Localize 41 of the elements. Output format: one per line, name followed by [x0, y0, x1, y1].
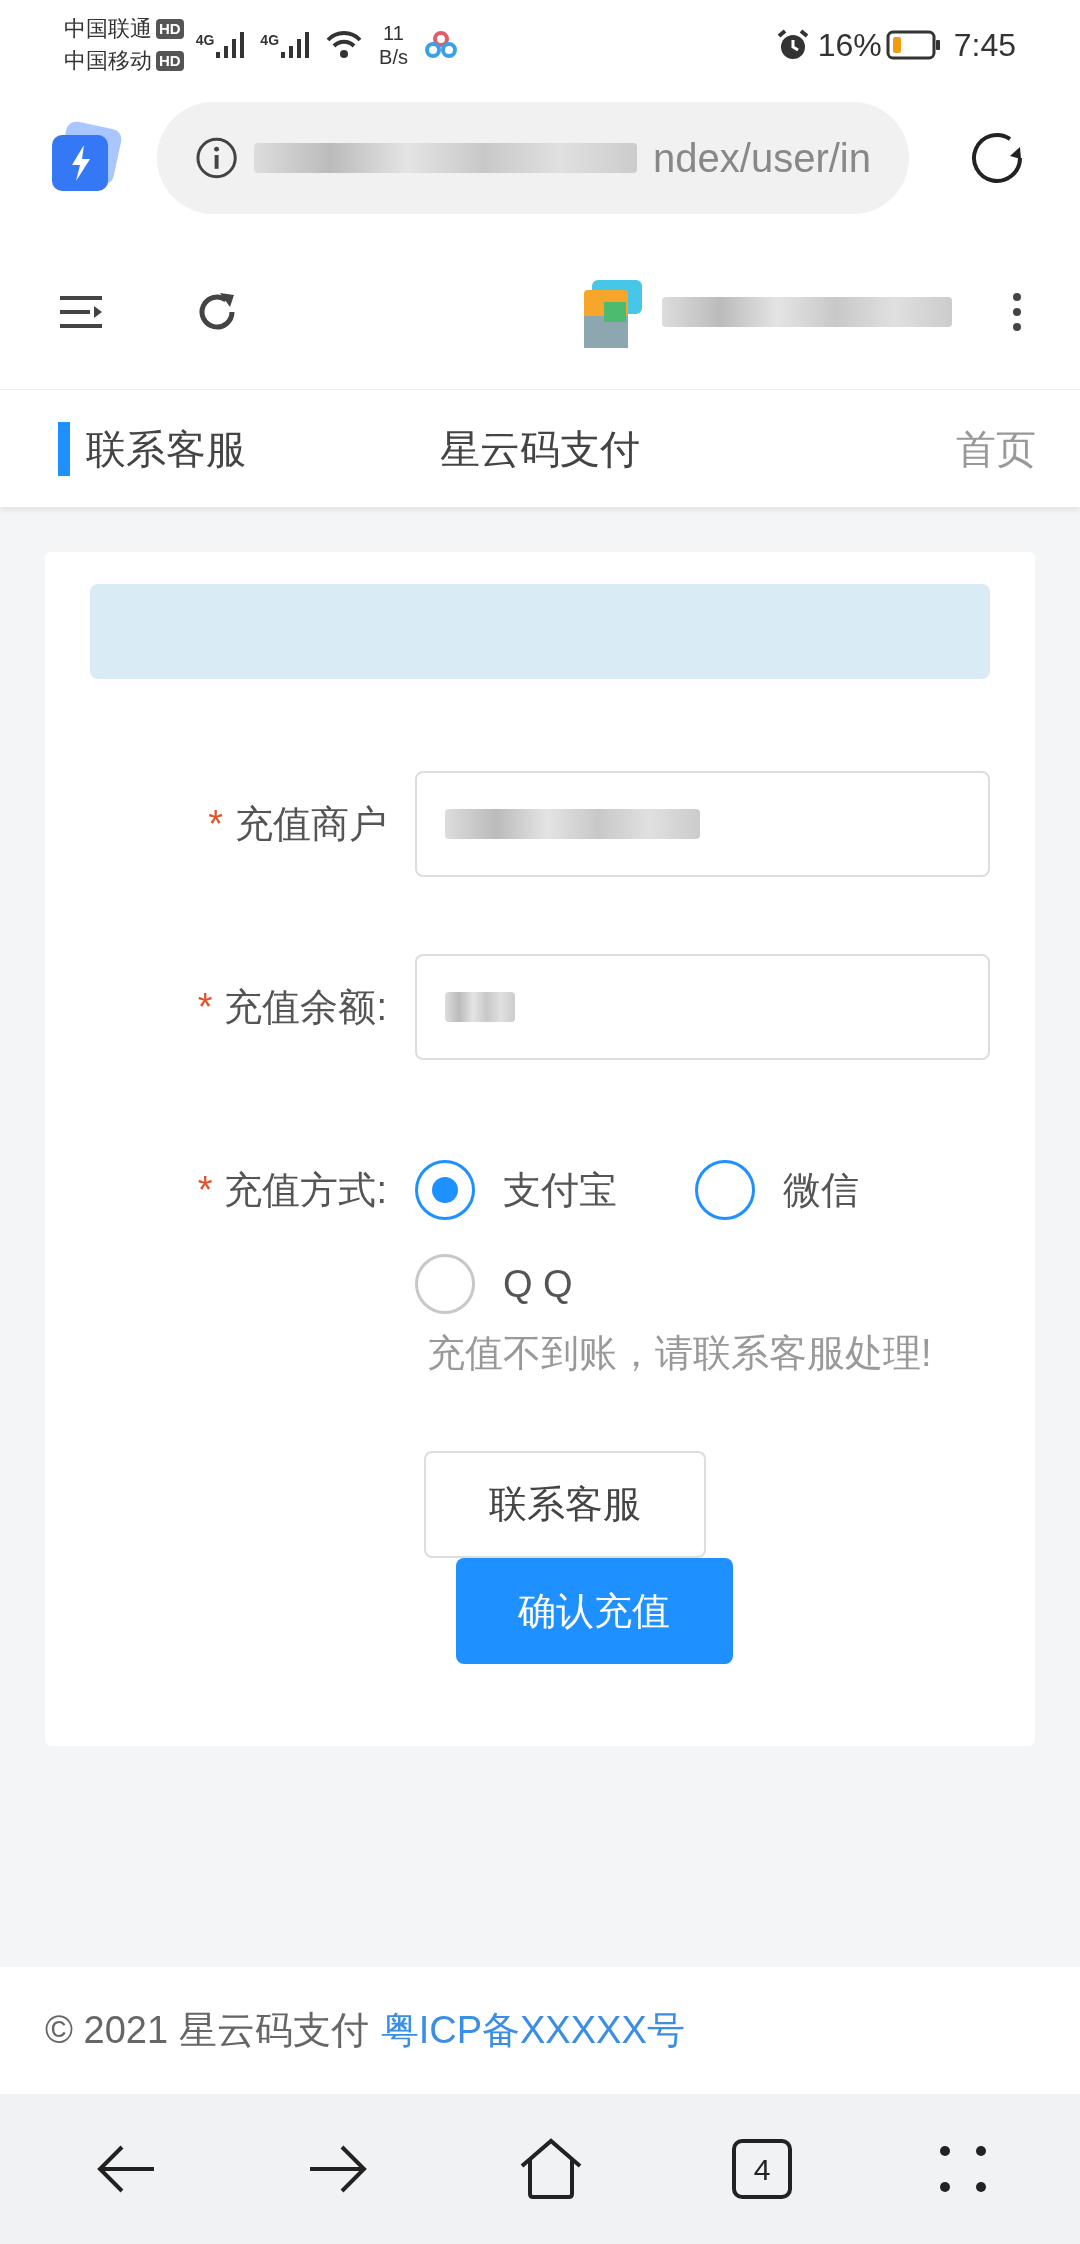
- radio-option[interactable]: 微信: [695, 1150, 975, 1230]
- more-icon[interactable]: [1012, 292, 1022, 332]
- page-title: 星云码支付: [440, 425, 640, 473]
- battery-icon: [885, 30, 942, 60]
- clock-time: 7:45: [953, 26, 1016, 65]
- tabs-button[interactable]: 4: [732, 2139, 792, 2199]
- radio-option[interactable]: Q Q: [415, 1244, 695, 1324]
- wifi-icon: [325, 30, 364, 60]
- network-type: 4G: [260, 31, 280, 50]
- network-speed: B/s: [379, 45, 408, 69]
- field-label: 充值方式:: [224, 1167, 387, 1213]
- radio-button[interactable]: [695, 1160, 755, 1220]
- required-asterisk: *: [197, 984, 213, 1030]
- input-field[interactable]: [415, 954, 990, 1060]
- field-label: 充值余额:: [224, 984, 387, 1030]
- required-asterisk: *: [208, 801, 223, 847]
- info-icon: [195, 135, 239, 180]
- home-icon[interactable]: [518, 2138, 584, 2200]
- hd-badge: HD: [156, 51, 184, 71]
- blurred-redaction: [445, 992, 515, 1022]
- accent-bar: [58, 421, 70, 476]
- radio-option[interactable]: 支付宝: [415, 1150, 695, 1230]
- alarm-icon: [775, 28, 810, 62]
- hint-text: 充值不到账，请联系客服处理!: [426, 1331, 933, 1376]
- input-field[interactable]: [415, 771, 990, 877]
- required-asterisk: *: [197, 1167, 213, 1213]
- carrier-name: 中国移动: [64, 47, 152, 75]
- app-icon: [423, 31, 458, 59]
- network-speed: 11: [383, 21, 404, 45]
- battery-percent: 16%: [817, 26, 882, 65]
- apps-icon[interactable]: [940, 2146, 986, 2192]
- contact-link[interactable]: 联系客服: [86, 418, 246, 479]
- radio-button[interactable]: [415, 1254, 475, 1314]
- field-label: 充值商户: [235, 801, 387, 847]
- contact-button[interactable]: 联系客服: [424, 1451, 706, 1558]
- radio-button[interactable]: [415, 1160, 475, 1220]
- hd-badge: HD: [156, 19, 184, 39]
- url-text: ndex/user/in: [653, 134, 871, 182]
- network-type: 4G: [195, 31, 215, 50]
- copyright-text: © 2021 星云码支付: [45, 2008, 369, 2053]
- carrier-name: 中国联通: [64, 15, 152, 43]
